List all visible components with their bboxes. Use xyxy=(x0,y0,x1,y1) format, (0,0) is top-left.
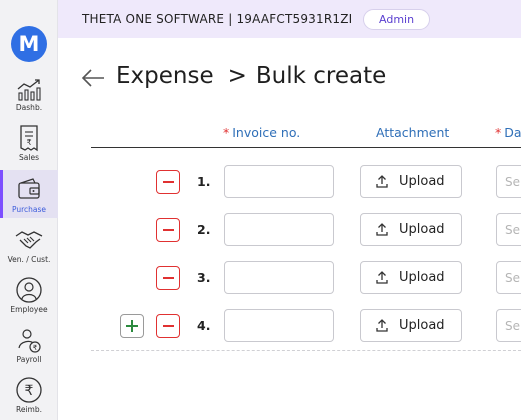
row-number: 2. xyxy=(197,222,211,237)
table-row: 2. Upload xyxy=(0,213,521,253)
column-header-date: * Da xyxy=(495,125,521,140)
svg-text:₹: ₹ xyxy=(25,383,34,399)
sidebar: M Dashb. ₹ Sales Purchase Ven. / Cust. E… xyxy=(0,0,58,420)
table-row: 1. Upload xyxy=(0,165,521,205)
remove-row-button[interactable] xyxy=(156,266,180,290)
add-row-button[interactable] xyxy=(120,314,144,338)
breadcrumb-current: Bulk create xyxy=(255,63,387,89)
sidebar-item-reimbursement[interactable]: ₹ Reimb. xyxy=(0,376,58,420)
remove-row-button[interactable] xyxy=(156,314,180,338)
upload-button[interactable]: Upload xyxy=(360,309,462,342)
upload-button[interactable]: Upload xyxy=(360,213,462,246)
upload-label: Upload xyxy=(399,174,445,189)
bar-chart-icon xyxy=(17,79,41,101)
upload-icon xyxy=(376,175,388,188)
table-row: 4. Upload xyxy=(0,309,521,349)
column-header-attachment: Attachment xyxy=(376,125,449,140)
row-number: 1. xyxy=(197,174,211,189)
upload-button[interactable]: Upload xyxy=(360,165,462,198)
receipt-icon: ₹ xyxy=(20,125,38,152)
required-marker: * xyxy=(495,125,502,140)
breadcrumb-separator: > xyxy=(227,63,247,89)
required-marker: * xyxy=(223,125,230,140)
breadcrumb-section[interactable]: Expense xyxy=(116,63,214,89)
column-header-label: Invoice no. xyxy=(232,125,301,140)
app-logo[interactable]: M xyxy=(11,26,47,62)
sidebar-item-label: Reimb. xyxy=(15,405,43,414)
sidebar-item-label: Payroll xyxy=(16,355,42,364)
header-divider xyxy=(91,147,521,148)
rupee-icon: ₹ xyxy=(16,377,42,403)
column-header-invoice: * Invoice no. xyxy=(223,125,300,140)
page-title: Expense > Bulk create xyxy=(116,63,386,89)
sidebar-item-label: Dashb. xyxy=(15,103,43,112)
upload-label: Upload xyxy=(399,222,445,237)
top-bar: THETA ONE SOFTWARE | 19AAFCT5931R1ZI Adm… xyxy=(58,0,521,38)
date-input[interactable] xyxy=(496,165,521,198)
row-number: 4. xyxy=(197,318,211,333)
remove-row-button[interactable] xyxy=(156,170,180,194)
invoice-number-input[interactable] xyxy=(224,261,334,294)
table-footer-divider xyxy=(91,350,521,351)
upload-label: Upload xyxy=(399,318,445,333)
date-input[interactable] xyxy=(496,309,521,342)
invoice-number-input[interactable] xyxy=(224,213,334,246)
date-input[interactable] xyxy=(496,261,521,294)
upload-icon xyxy=(376,271,388,284)
upload-button[interactable]: Upload xyxy=(360,261,462,294)
back-arrow-icon[interactable] xyxy=(80,66,106,90)
upload-icon xyxy=(376,223,388,236)
upload-icon xyxy=(376,319,388,332)
table-row: 3. Upload xyxy=(0,261,521,301)
sidebar-item-dashboard[interactable]: Dashb. xyxy=(0,76,58,126)
date-input[interactable] xyxy=(496,213,521,246)
company-name: THETA ONE SOFTWARE | 19AAFCT5931R1ZI xyxy=(82,12,353,26)
column-header-label: Da xyxy=(504,125,521,140)
sidebar-item-label: Sales xyxy=(19,153,39,162)
remove-row-button[interactable] xyxy=(156,218,180,242)
row-number: 3. xyxy=(197,270,211,285)
upload-label: Upload xyxy=(399,270,445,285)
svg-text:₹: ₹ xyxy=(26,138,31,147)
column-header-label: Attachment xyxy=(376,125,450,140)
invoice-number-input[interactable] xyxy=(224,309,334,342)
role-badge[interactable]: Admin xyxy=(363,9,431,30)
invoice-number-input[interactable] xyxy=(224,165,334,198)
